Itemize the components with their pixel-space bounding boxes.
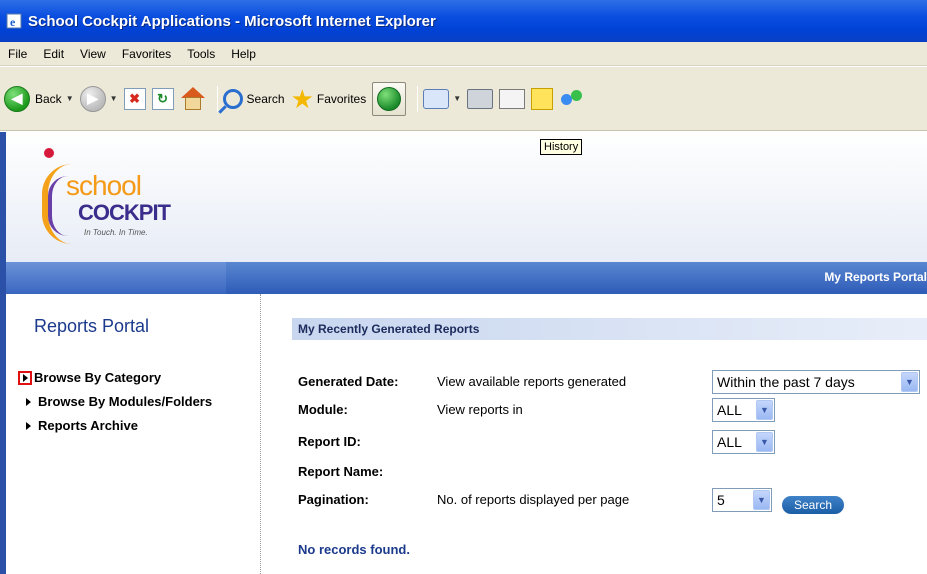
history-icon [377, 86, 402, 111]
module-select[interactable]: ALL ▼ [712, 398, 775, 422]
nav-bar-left [6, 262, 226, 294]
arrow-icon [26, 421, 31, 430]
chevron-down-icon: ▼ [756, 400, 773, 420]
edit-icon [499, 88, 526, 109]
pagination-description: No. of reports displayed per page [437, 492, 630, 507]
report-id-select[interactable]: ALL ▼ [712, 430, 775, 454]
menu-favorites[interactable]: Favorites [122, 47, 171, 61]
logo-cockpit-text: COCKPIT [78, 200, 171, 225]
generated-date-label: Generated Date: [298, 374, 399, 389]
back-arrow-icon: ◀ [4, 85, 30, 112]
mail-button[interactable]: ▼ [423, 82, 461, 116]
menu-file[interactable]: File [8, 47, 27, 61]
sidebar-item-browse-by-modules[interactable]: Browse By Modules/Folders [22, 394, 212, 409]
title-bar: e School Cockpit Applications - Microsof… [0, 0, 927, 42]
window-title: School Cockpit Applications - Microsoft … [28, 12, 436, 30]
module-value: ALL [717, 402, 742, 418]
forward-arrow-icon: ▶ [79, 85, 106, 112]
generated-date-description: View available reports generated [437, 374, 627, 389]
pagination-value: 5 [717, 492, 725, 508]
svg-text:e: e [10, 15, 16, 29]
sidebar-item-browse-by-category[interactable]: Browse By Category [18, 370, 161, 385]
page-content: school COCKPIT In Touch. In Time. My Rep… [6, 132, 927, 574]
arrow-icon [26, 397, 31, 406]
sidebar-item-label: Browse By Modules/Folders [38, 394, 213, 409]
logo-school-text: school [66, 170, 142, 201]
forward-button[interactable]: ▶ ▼ [79, 82, 118, 116]
arrow-icon [18, 370, 32, 385]
report-id-value: ALL [717, 434, 742, 450]
sidebar-item-label: Reports Archive [38, 418, 138, 433]
back-label: Back [35, 91, 62, 106]
stop-button[interactable]: ✖ [123, 82, 146, 116]
sidebar: Reports Portal Browse By Category Browse… [6, 294, 261, 574]
header-banner: school COCKPIT In Touch. In Time. [6, 132, 927, 262]
home-button[interactable] [180, 82, 206, 116]
edit-button[interactable] [499, 82, 526, 116]
search-button[interactable]: Search [782, 496, 844, 514]
portal-title: Reports Portal [34, 316, 150, 336]
generated-date-value: Within the past 7 days [717, 374, 855, 390]
menu-help[interactable]: Help [231, 47, 256, 61]
chevron-down-icon: ▼ [753, 490, 770, 510]
menu-view[interactable]: View [80, 47, 106, 61]
sidebar-item-reports-archive[interactable]: Reports Archive [22, 418, 138, 433]
pagination-select[interactable]: 5 ▼ [712, 488, 772, 512]
chevron-down-icon: ▼ [901, 372, 918, 392]
menu-tools[interactable]: Tools [187, 47, 215, 61]
messenger-icon [559, 88, 585, 110]
discuss-button[interactable] [531, 82, 554, 116]
report-id-label: Report ID: [298, 434, 361, 449]
star-icon: ★ [290, 83, 314, 114]
favorites-button[interactable]: ★ Favorites [291, 82, 367, 116]
search-label: Search [246, 91, 285, 106]
school-cockpit-logo: school COCKPIT In Touch. In Time. [34, 146, 194, 246]
refresh-icon: ↻ [151, 87, 174, 110]
note-icon [531, 87, 554, 110]
search-button-toolbar[interactable]: Search [222, 82, 285, 116]
toolbar-separator [417, 85, 419, 112]
print-button[interactable] [467, 82, 494, 116]
history-tooltip: History [540, 139, 583, 155]
mail-dropdown-icon[interactable]: ▼ [453, 94, 461, 103]
main-content: My Recently Generated Reports Generated … [262, 294, 927, 574]
search-icon [222, 88, 243, 109]
report-name-label: Report Name: [298, 464, 384, 479]
messenger-button[interactable] [559, 82, 585, 116]
module-label: Module: [298, 402, 348, 417]
pagination-label: Pagination: [298, 492, 369, 507]
sidebar-item-label: Browse By Category [34, 370, 162, 385]
no-records-message: No records found. [298, 542, 410, 557]
chevron-down-icon: ▼ [756, 432, 773, 452]
menu-edit[interactable]: Edit [43, 47, 64, 61]
refresh-button[interactable]: ↻ [151, 82, 174, 116]
toolbar-separator [216, 85, 218, 112]
logo-tagline: In Touch. In Time. [84, 228, 148, 237]
generated-date-select[interactable]: Within the past 7 days ▼ [712, 370, 920, 394]
favorites-label: Favorites [316, 91, 367, 106]
back-button[interactable]: ◀ Back ▼ [4, 82, 74, 116]
toolbar: ◀ Back ▼ ▶ ▼ ✖ ↻ Search ★ Favorites ▼ [0, 67, 927, 131]
mail-icon [423, 88, 450, 109]
back-dropdown-icon[interactable]: ▼ [66, 94, 74, 103]
nav-title: My Reports Portal [824, 270, 927, 284]
nav-bar: My Reports Portal [6, 262, 927, 294]
forward-dropdown-icon[interactable]: ▼ [110, 94, 118, 103]
print-icon [467, 88, 494, 109]
stop-icon: ✖ [123, 87, 146, 110]
module-description: View reports in [437, 402, 523, 417]
section-header: My Recently Generated Reports [292, 318, 927, 340]
menu-bar: File Edit View Favorites Tools Help [0, 42, 927, 66]
home-icon [180, 86, 206, 111]
ie-icon: e [6, 13, 22, 29]
history-button[interactable] [372, 81, 407, 116]
